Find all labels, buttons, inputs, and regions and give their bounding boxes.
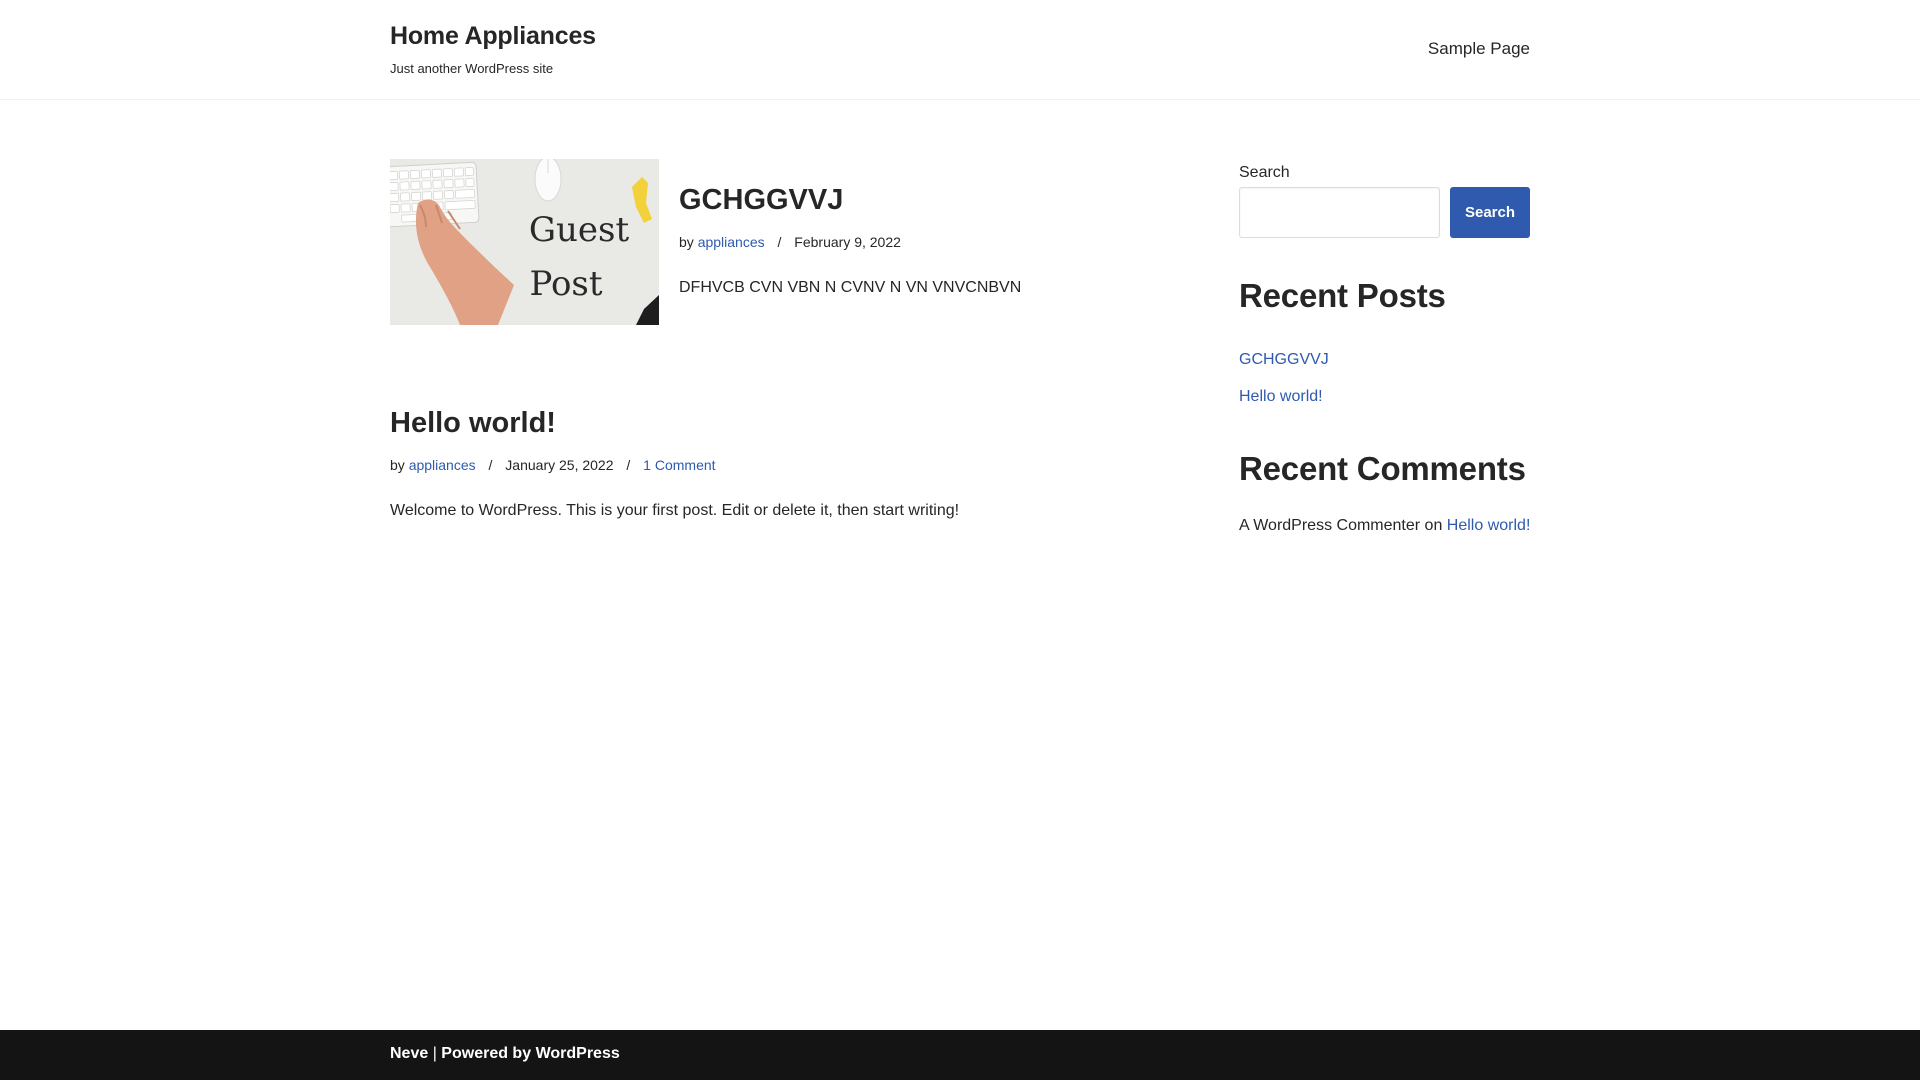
post-meta: by appliances / February 9, 2022 xyxy=(679,234,901,250)
search-input[interactable] xyxy=(1239,187,1440,238)
recent-comment-item: A WordPress Commenter on Hello world! xyxy=(1239,517,1530,535)
recent-posts-title: Recent Posts xyxy=(1239,277,1446,314)
post-author-link[interactable]: appliances xyxy=(409,457,476,473)
site-title[interactable]: Home Appliances xyxy=(390,22,596,51)
post-comments-link[interactable]: 1 Comment xyxy=(643,457,715,473)
meta-separator: / xyxy=(626,457,631,473)
post-date: February 9, 2022 xyxy=(794,234,901,250)
footer-powered-by: Powered by xyxy=(441,1045,532,1062)
site-footer: Neve | Powered by WordPress xyxy=(0,1030,1920,1080)
recent-comments-title: Recent Comments xyxy=(1239,450,1526,487)
nav-item-sample-page[interactable]: Sample Page xyxy=(1428,39,1530,59)
guest-post-image: Guest Post xyxy=(390,159,659,325)
guest-text: Guest xyxy=(529,210,630,250)
recent-post-link[interactable]: Hello world! xyxy=(1239,388,1323,406)
post-excerpt: DFHVCB CVN VBN N CVNV N VN VNVCNBVN xyxy=(679,279,1022,296)
post-text: Post xyxy=(529,264,602,304)
search-label: Search xyxy=(1239,164,1290,181)
comment-post-link[interactable]: Hello world! xyxy=(1447,517,1531,534)
post-thumbnail[interactable]: Guest Post xyxy=(390,159,659,325)
footer-theme-link[interactable]: Neve xyxy=(390,1045,428,1062)
page: Home Appliances Just another WordPress s… xyxy=(0,0,1920,1080)
post-meta: by appliances / January 25, 2022 / 1 Com… xyxy=(390,457,716,473)
post-author-link[interactable]: appliances xyxy=(698,234,765,250)
post-title[interactable]: Hello world! xyxy=(390,407,556,440)
search-button[interactable]: Search xyxy=(1450,187,1530,238)
site-header: Home Appliances Just another WordPress s… xyxy=(0,0,1920,100)
post-date: January 25, 2022 xyxy=(505,457,614,473)
footer-separator: | xyxy=(428,1045,442,1062)
meta-by: by xyxy=(390,457,405,473)
recent-post-link[interactable]: GCHGGVVJ xyxy=(1239,351,1329,369)
footer-wordpress-link[interactable]: WordPress xyxy=(536,1045,620,1062)
meta-separator: / xyxy=(777,234,782,250)
meta-by: by xyxy=(679,234,694,250)
post-title[interactable]: GCHGGVVJ xyxy=(679,184,843,217)
site-description: Just another WordPress site xyxy=(390,61,554,76)
post-excerpt: Welcome to WordPress. This is your first… xyxy=(390,502,960,519)
comment-author: A WordPress Commenter xyxy=(1239,517,1421,534)
meta-separator: / xyxy=(488,457,493,473)
footer-credits: Neve | Powered by WordPress xyxy=(390,1045,620,1063)
comment-on: on xyxy=(1424,517,1443,534)
